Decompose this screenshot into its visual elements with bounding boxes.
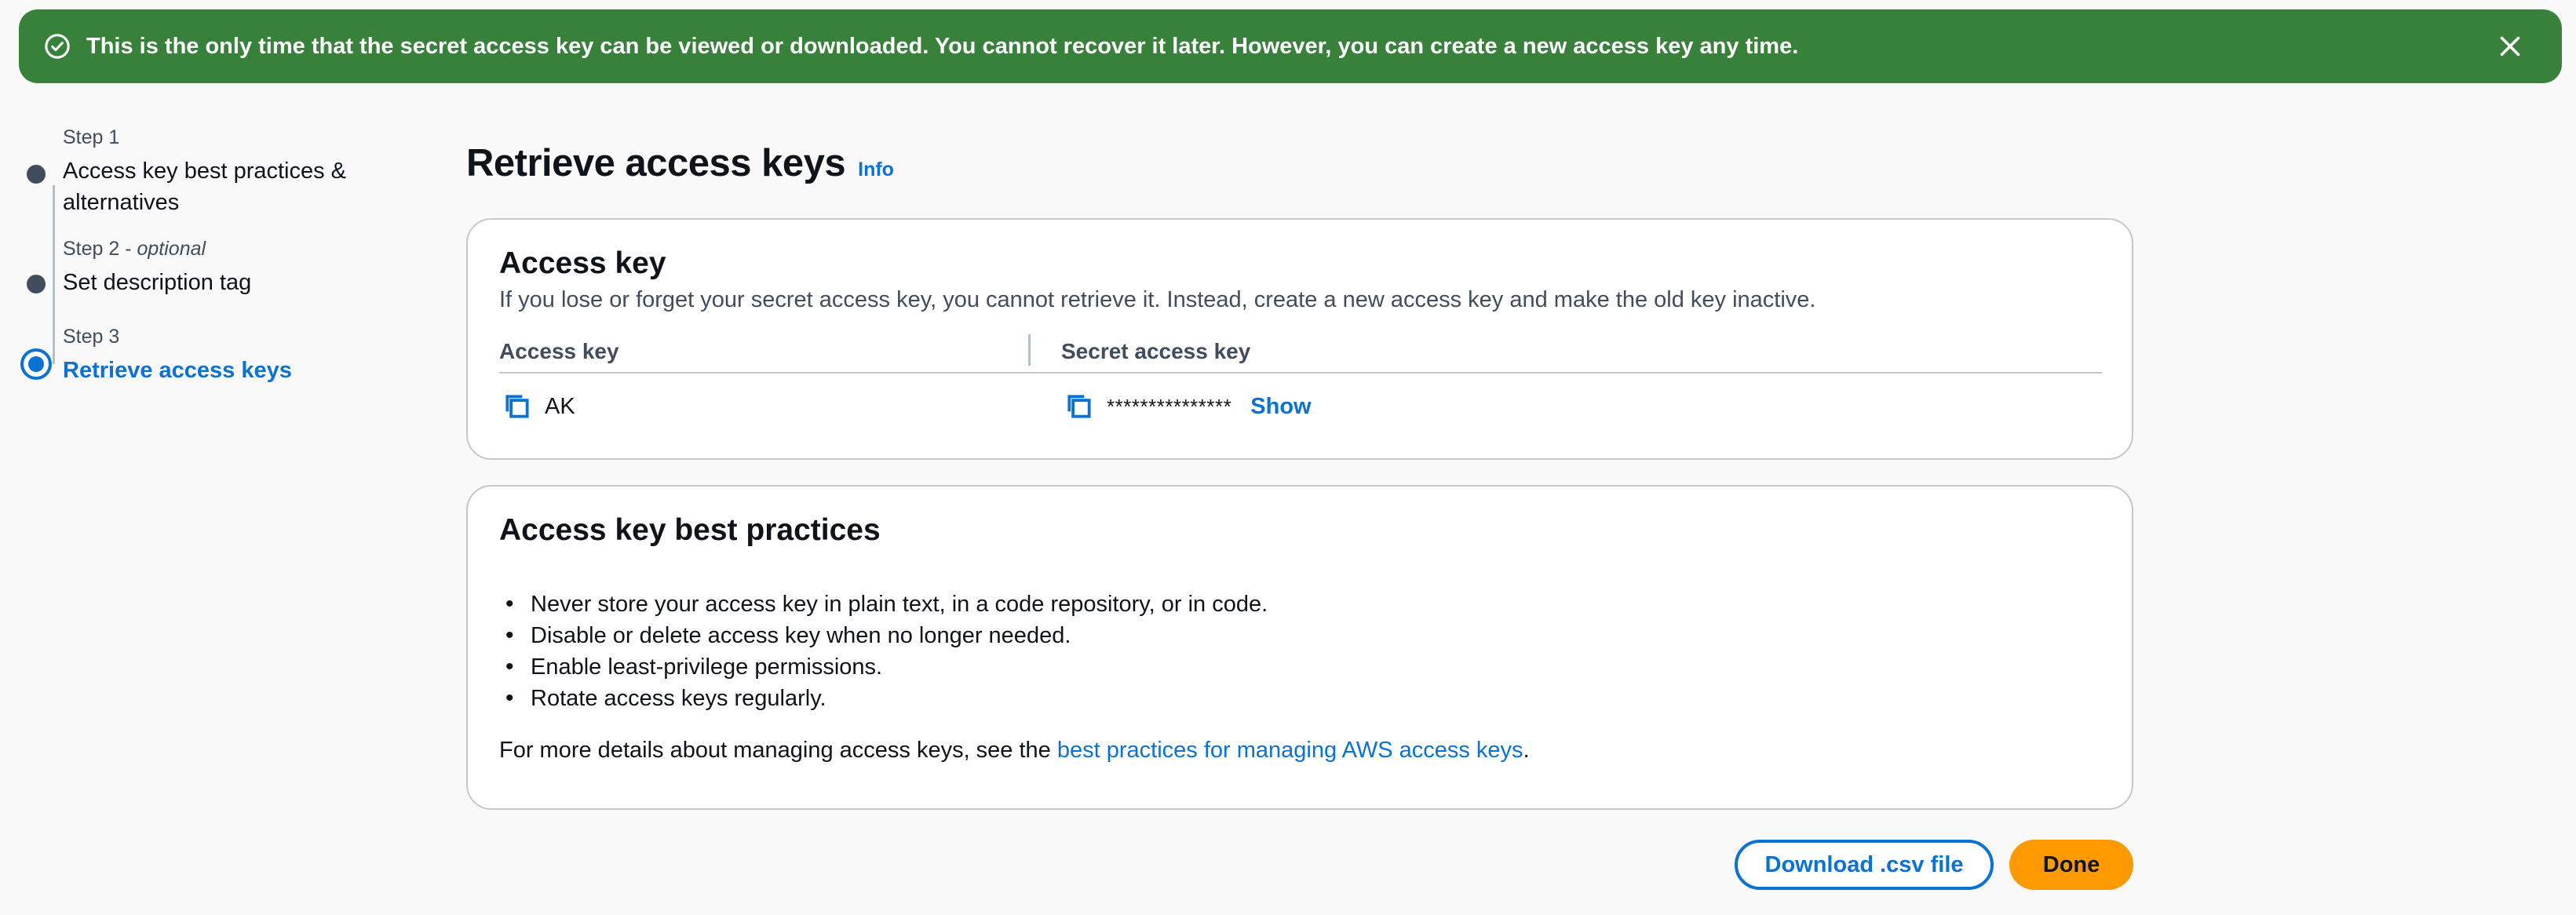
list-item: Disable or delete access key when no lon… [499,620,2100,651]
step-3[interactable]: Step 3 Retrieve access keys [19,325,411,388]
wizard-steps: Step 1 Access key best practices & alter… [19,126,411,388]
best-practices-footer: For more details about managing access k… [499,738,1530,763]
info-link[interactable]: Info [858,159,894,181]
step-3-active-indicator [20,348,52,380]
access-key-description: If you lose or forget your secret access… [499,287,1816,312]
best-practices-heading: Access key best practices [499,513,881,547]
access-key-cell: AK [502,389,575,424]
copy-secret-key-icon[interactable] [1064,392,1094,421]
step-1-title: Access key best practices & [63,159,347,184]
col-access-key: Access key [499,339,619,363]
copy-access-key-icon[interactable] [502,392,532,421]
step-2-optional: optional [137,238,206,260]
step-3-number: Step 3 [63,326,120,348]
step-3-title: Retrieve access keys [63,358,292,383]
step-2-number: Step 2 - optional [63,238,206,260]
success-flash-banner: This is the only time that the secret ac… [19,9,2562,83]
step-2-title: Set description tag [63,270,252,295]
best-practices-link[interactable]: best practices for managing AWS access k… [1057,738,1523,763]
secret-key-cell: *************** Show [1064,389,1312,424]
flash-message: This is the only time that the secret ac… [86,33,1799,59]
close-icon[interactable] [2496,32,2524,60]
step-1-title-line2: alternatives [63,190,180,215]
download-csv-button[interactable]: Download .csv file [1735,840,1994,890]
page-header: Retrieve access keys Info [466,141,2133,185]
col-secret-key: Secret access key [1061,339,1251,363]
secret-key-masked: *************** [1107,394,1232,418]
step-2[interactable]: Step 2 - optional Set description tag [19,237,411,325]
access-key-heading: Access key [499,246,666,280]
step-1-number: Step 1 [63,126,120,148]
key-table-header: Access key Secret access key [499,334,2102,374]
list-item: Enable least-privilege permissions. [499,651,2100,683]
column-divider [1028,334,1031,366]
access-key-card: Access key If you lose or forget your se… [466,218,2133,460]
step-1[interactable]: Step 1 Access key best practices & alter… [19,126,411,237]
best-practices-card: Access key best practices Never store yo… [466,485,2133,810]
access-key-value: AK [545,393,575,419]
page-title: Retrieve access keys [466,142,846,184]
show-secret-link[interactable]: Show [1250,394,1311,420]
list-item: Never store your access key in plain tex… [499,589,2100,620]
check-circle-icon [45,34,70,59]
step-1-indicator [27,165,46,184]
done-button[interactable]: Done [2009,840,2133,890]
main-content: Retrieve access keys Info Access key If … [466,141,2133,890]
form-actions: Download .csv file Done [1735,840,2133,890]
list-item: Rotate access keys regularly. [499,683,2100,714]
step-2-indicator [27,275,46,293]
best-practices-list: Never store your access key in plain tex… [499,589,2100,714]
